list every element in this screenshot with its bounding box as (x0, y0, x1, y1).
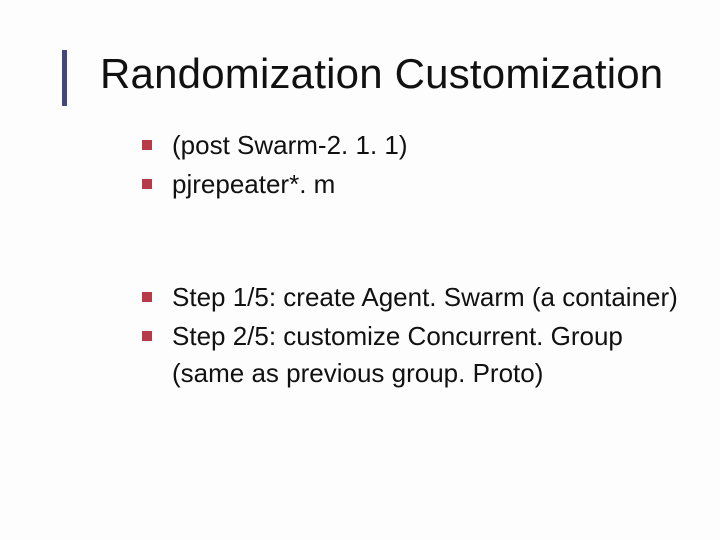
slide: Randomization Customization (post Swarm-… (0, 0, 720, 540)
square-bullet-icon (142, 179, 152, 189)
list-item: Step 2/5: customize Concurrent. Group (142, 319, 680, 354)
square-bullet-icon (142, 292, 152, 302)
list-item-text: Step 1/5: create Agent. Swarm (a contain… (172, 280, 680, 315)
bullet-block-2: Step 1/5: create Agent. Swarm (a contain… (142, 280, 680, 391)
list-item: (post Swarm-2. 1. 1) (142, 128, 680, 163)
list-item-text: (same as previous group. Proto) (172, 356, 680, 391)
list-item: Step 1/5: create Agent. Swarm (a contain… (142, 280, 680, 315)
slide-title: Randomization Customization (100, 52, 680, 96)
indent-spacer (142, 356, 152, 357)
list-item-text: (post Swarm-2. 1. 1) (172, 128, 680, 163)
list-item-text: Step 2/5: customize Concurrent. Group (172, 319, 680, 354)
slide-content: (post Swarm-2. 1. 1) pjrepeater*. m Step… (100, 128, 680, 391)
square-bullet-icon (142, 140, 152, 150)
list-item-continuation: (same as previous group. Proto) (142, 356, 680, 391)
bullet-block-1: (post Swarm-2. 1. 1) pjrepeater*. m (142, 128, 680, 202)
square-bullet-icon (142, 331, 152, 341)
list-item: pjrepeater*. m (142, 167, 680, 202)
title-accent-bar (62, 50, 67, 106)
list-item-text: pjrepeater*. m (172, 167, 680, 202)
